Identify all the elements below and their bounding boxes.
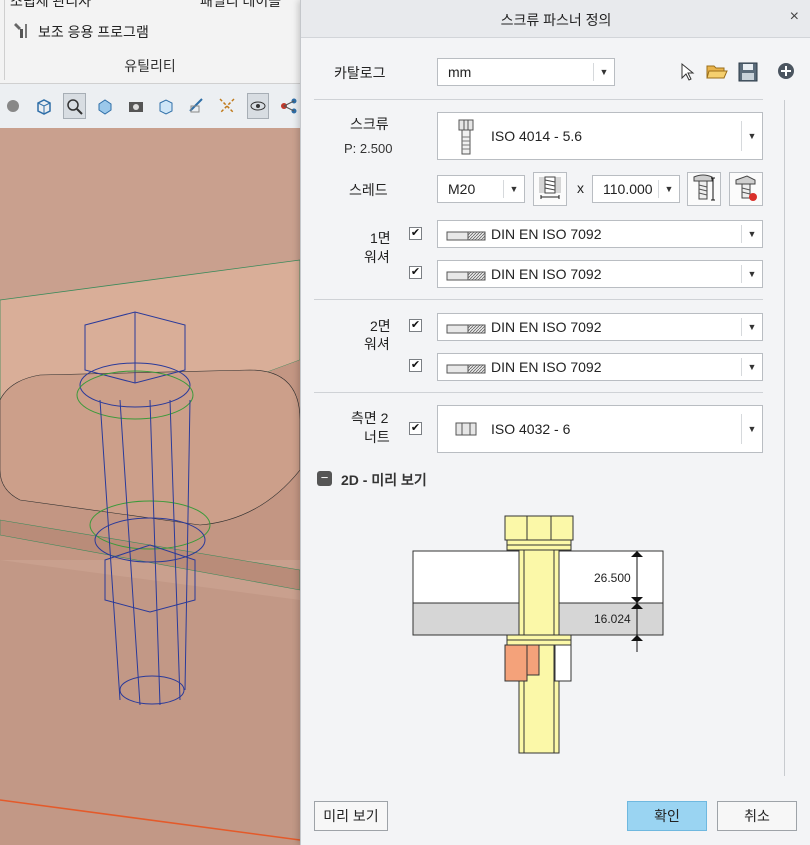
aux-program-label: 보조 응용 프로그램 <box>38 23 149 40</box>
chevron-down-icon: ▼ <box>593 63 614 81</box>
washer2-b-checkbox[interactable]: ✔ <box>409 359 422 372</box>
dimension-2: 16.024 <box>594 612 631 626</box>
washer2-label-b: 워셔 <box>364 336 390 352</box>
cube-view-icon[interactable] <box>33 93 56 119</box>
screw-placement-icon <box>733 174 759 205</box>
screw-value: ISO 4014 - 5.6 <box>491 128 583 144</box>
chevron-down-icon: ▼ <box>503 180 524 198</box>
catalog-select[interactable]: mm ▼ <box>437 58 615 86</box>
nut-select[interactable]: ISO 4032 - 6 ▼ <box>437 405 763 453</box>
ribbon-top-row: 조립체 관리자 패밀리 테이블 <box>0 0 300 10</box>
aux-program-button[interactable]: 보조 응용 프로그램 <box>12 20 149 43</box>
washer2-b-value: DIN EN ISO 7092 <box>491 359 602 375</box>
model-viewport[interactable] <box>0 128 300 845</box>
screw-length-button[interactable] <box>687 172 721 206</box>
times-label: x <box>577 180 584 196</box>
thread-size-value: M20 <box>448 181 476 197</box>
chevron-down-icon: ▼ <box>658 180 679 198</box>
assembly-manager-button[interactable]: 조립체 관리자 <box>10 0 91 10</box>
chevron-down-icon: ▼ <box>741 121 762 151</box>
screw-placement-button[interactable] <box>729 172 763 206</box>
close-icon[interactable]: × <box>790 8 799 26</box>
open-folder-icon[interactable] <box>706 62 728 85</box>
nut-label-b: 너트 <box>364 429 390 445</box>
family-table-button[interactable]: 패밀리 테이블 <box>200 0 281 10</box>
graphics-toolbar <box>0 84 300 128</box>
thread-label: 스레드 <box>349 182 388 198</box>
washer1-a-checkbox[interactable]: ✔ <box>409 227 422 240</box>
hex-bolt-icon <box>456 119 476 158</box>
chevron-down-icon: ▼ <box>741 318 762 336</box>
washer2-a-select[interactable]: DIN EN ISO 7092 ▼ <box>437 313 763 341</box>
model-wireframe <box>0 128 300 845</box>
screw-fastener-dialog: 스크류 파스너 정의 × 카탈로그 mm ▼ 스크류 P: 2.500 ISO … <box>300 0 810 845</box>
dialog-titlebar: 스크류 파스너 정의 × <box>301 0 810 38</box>
pitch-value: P: 2.500 <box>344 141 393 156</box>
washer2-b-select[interactable]: DIN EN ISO 7092 ▼ <box>437 353 763 381</box>
washer-icon <box>446 362 486 378</box>
screw-length-icon <box>691 174 717 205</box>
dimension-1: 26.500 <box>594 571 631 585</box>
separator <box>314 99 763 100</box>
washer-icon <box>446 229 486 245</box>
render-icon[interactable] <box>2 93 25 119</box>
length-value: 110.000 <box>603 181 653 197</box>
washer1-b-select[interactable]: DIN EN ISO 7092 ▼ <box>437 260 763 288</box>
collapse-preview-icon[interactable]: − <box>317 471 332 486</box>
preview-drawing: 26.500 16.024 <box>412 515 664 754</box>
preview-section-title: 2D - 미리 보기 <box>341 472 427 488</box>
washer1-a-select[interactable]: DIN EN ISO 7092 ▼ <box>437 220 763 248</box>
add-icon[interactable] <box>777 62 795 83</box>
thread-type-button[interactable] <box>533 172 567 206</box>
separator <box>314 299 763 300</box>
length-select[interactable]: 110.000 ▼ <box>592 175 680 203</box>
thread-size-select[interactable]: M20 ▼ <box>437 175 525 203</box>
threaded-hole-icon <box>538 175 562 204</box>
washer-icon <box>446 269 486 285</box>
ribbon: 조립체 관리자 패밀리 테이블 보조 응용 프로그램 유틸리티 <box>0 0 300 84</box>
camera-icon[interactable] <box>124 93 147 119</box>
screw-label: 스크류 <box>350 116 389 132</box>
chevron-down-icon: ▼ <box>741 358 762 376</box>
catalog-value: mm <box>448 64 472 80</box>
washer1-b-checkbox[interactable]: ✔ <box>409 266 422 279</box>
cancel-button[interactable]: 취소 <box>717 801 797 831</box>
vertical-scrollbar[interactable] <box>784 100 785 776</box>
chevron-down-icon: ▼ <box>741 265 762 283</box>
nut-label-a: 측면 2 <box>351 410 389 426</box>
catalog-label: 카탈로그 <box>334 65 386 81</box>
dialog-title: 스크류 파스너 정의 <box>500 12 612 28</box>
washer1-a-value: DIN EN ISO 7092 <box>491 226 602 242</box>
refit-icon[interactable] <box>63 93 86 119</box>
chevron-down-icon: ▼ <box>741 414 762 444</box>
save-icon[interactable] <box>738 62 758 85</box>
visibility-icon[interactable] <box>246 93 270 119</box>
washer1-label-a: 1면 <box>370 230 391 246</box>
washer2-a-checkbox[interactable]: ✔ <box>409 319 422 332</box>
display-style-icon[interactable] <box>155 93 178 119</box>
saved-views-icon[interactable] <box>94 93 117 119</box>
chevron-down-icon: ▼ <box>741 225 762 243</box>
washer1-label-b: 워셔 <box>364 249 390 265</box>
select-pointer-icon[interactable] <box>679 62 695 85</box>
washer2-a-value: DIN EN ISO 7092 <box>491 319 602 335</box>
washer-icon <box>446 322 486 338</box>
separator <box>314 392 763 393</box>
washer1-b-value: DIN EN ISO 7092 <box>491 266 602 282</box>
screw-select[interactable]: ISO 4014 - 5.6 ▼ <box>437 112 763 160</box>
wrench-icon <box>12 20 32 43</box>
connection-icon[interactable] <box>277 93 300 119</box>
preview-button[interactable]: 미리 보기 <box>314 801 388 831</box>
hex-nut-icon <box>455 422 477 439</box>
ok-button[interactable]: 확인 <box>627 801 707 831</box>
datum-plane-icon[interactable] <box>186 93 209 119</box>
ribbon-group-label: 유틸리티 <box>124 58 176 74</box>
nut-value: ISO 4032 - 6 <box>491 421 571 437</box>
datum-axis-icon[interactable] <box>216 93 239 119</box>
nut-checkbox[interactable]: ✔ <box>409 422 422 435</box>
washer2-label-a: 2면 <box>370 318 391 334</box>
